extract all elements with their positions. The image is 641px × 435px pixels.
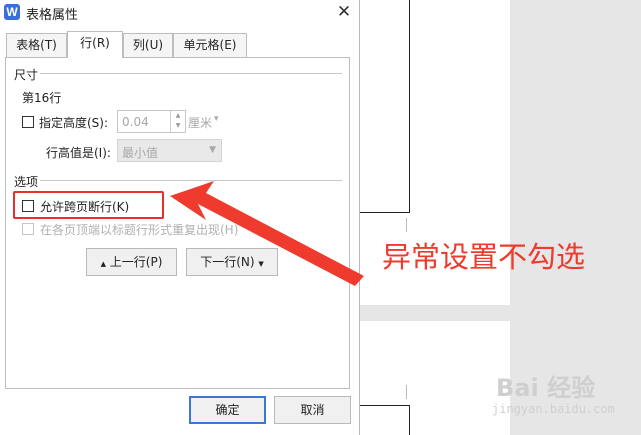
watermark-url: jingyan.baidu.com bbox=[492, 402, 615, 416]
annotation-text: 异常设置不勾选 bbox=[382, 240, 586, 274]
tab-row[interactable]: 行(R) bbox=[67, 31, 123, 58]
baidu-watermark: Bai 经验 bbox=[496, 374, 596, 402]
